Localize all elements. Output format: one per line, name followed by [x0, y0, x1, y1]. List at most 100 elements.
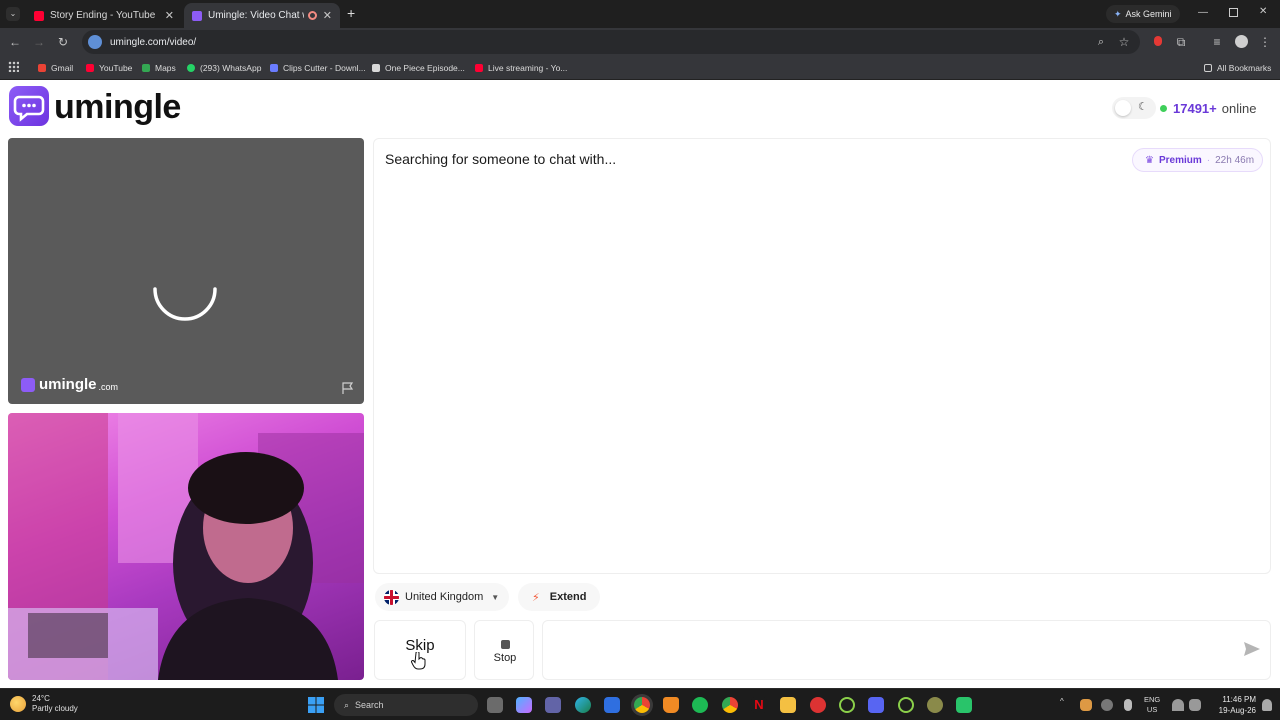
- windows-taskbar: 24°C Partly cloudy ⌕ Search N ^ ENG US 1…: [0, 688, 1280, 720]
- bookmark-label: One Piece Episode...: [385, 63, 465, 73]
- spotify-icon[interactable]: [692, 697, 708, 713]
- browser-menu-icon[interactable]: ⋮: [1258, 35, 1272, 49]
- gemini-sparkle-icon: ✦: [1114, 8, 1122, 19]
- copilot-icon[interactable]: [516, 697, 532, 713]
- region-code: US: [1146, 705, 1158, 714]
- hand-pointer-cursor-icon: [411, 652, 426, 670]
- language-indicator[interactable]: ENG US: [1144, 695, 1160, 715]
- wifi-icon[interactable]: [1172, 699, 1184, 711]
- bookmark-label: Maps: [155, 63, 176, 73]
- maps-pin-icon: [142, 64, 150, 72]
- bookmark-live-streaming[interactable]: Live streaming - Yo...: [475, 61, 567, 75]
- weather-condition: Partly cloudy: [32, 704, 78, 713]
- stop-button[interactable]: Stop: [474, 620, 534, 680]
- teams-icon[interactable]: [545, 697, 561, 713]
- premium-badge[interactable]: ♛ Premium · 22h 46m: [1132, 148, 1263, 172]
- media-controls-icon[interactable]: ≡: [1210, 35, 1224, 49]
- ask-gemini-button[interactable]: ✦ Ask Gemini: [1106, 5, 1180, 23]
- tray-app-icon[interactable]: [1080, 699, 1092, 711]
- tab-title: Umingle: Video Chat with St: [208, 10, 304, 21]
- new-tab-button[interactable]: +: [347, 5, 355, 21]
- minimize-icon[interactable]: —: [1198, 7, 1208, 18]
- site-info-icon[interactable]: [88, 35, 102, 49]
- bookmark-label: (293) WhatsApp: [200, 63, 262, 73]
- forward-arrow-icon[interactable]: →: [32, 35, 46, 49]
- bookmark-star-icon[interactable]: ☆: [1117, 35, 1131, 49]
- chrome-icon[interactable]: [722, 697, 738, 713]
- tab-story-ending[interactable]: Story Ending - YouTube ✕: [26, 3, 182, 28]
- bookmark-maps[interactable]: Maps: [142, 61, 176, 75]
- edge-icon[interactable]: [575, 697, 591, 713]
- bookmark-youtube[interactable]: YouTube: [86, 61, 132, 75]
- vlc-icon[interactable]: [663, 697, 679, 713]
- chevron-up-icon[interactable]: ^: [1060, 697, 1064, 706]
- report-flag-icon[interactable]: [341, 381, 355, 395]
- address-bar[interactable]: umingle.com/video/: [82, 30, 1140, 54]
- skip-button[interactable]: Skip: [374, 620, 466, 680]
- weather-widget[interactable]: 24°C Partly cloudy: [10, 694, 78, 714]
- umingle-favicon-icon: [192, 10, 202, 21]
- chevron-down-icon: ▼: [491, 592, 500, 602]
- ask-gemini-label: Ask Gemini: [1125, 9, 1172, 19]
- watermark-suffix: .com: [98, 381, 119, 392]
- reload-icon[interactable]: ↻: [56, 35, 70, 49]
- volume-icon[interactable]: [1189, 699, 1201, 711]
- app-green-2-icon[interactable]: [898, 697, 914, 713]
- clips-cutter-icon: [270, 64, 278, 72]
- youtube-icon: [86, 64, 94, 72]
- back-arrow-icon[interactable]: ←: [8, 35, 22, 49]
- zoom-icon[interactable]: ⌕: [1094, 35, 1108, 49]
- chrome-active-icon[interactable]: [634, 697, 650, 713]
- all-bookmarks-button[interactable]: All Bookmarks: [1204, 61, 1271, 75]
- netflix-icon[interactable]: N: [751, 697, 767, 713]
- bookmark-gmail[interactable]: Gmail: [38, 61, 73, 75]
- taskbar-search-label: Search: [355, 700, 384, 710]
- bookmark-whatsapp[interactable]: (293) WhatsApp: [187, 61, 261, 75]
- tab-umingle[interactable]: Umingle: Video Chat with St ✕: [184, 3, 340, 28]
- profile-avatar-icon[interactable]: [1234, 35, 1248, 49]
- logo-wordmark[interactable]: umingle: [54, 86, 181, 128]
- windows-start-icon[interactable]: [308, 697, 324, 713]
- recorder-icon[interactable]: [810, 697, 826, 713]
- taskbar-search[interactable]: ⌕ Search: [334, 694, 478, 716]
- apps-grid-icon[interactable]: [8, 61, 19, 72]
- notifications-bell-icon[interactable]: [1262, 699, 1272, 711]
- dark-mode-toggle[interactable]: ☾: [1112, 97, 1156, 119]
- app-olive-icon[interactable]: [927, 697, 943, 713]
- discord-icon[interactable]: [868, 697, 884, 713]
- bookmark-clips-cutter[interactable]: Clips Cutter - Downl...: [270, 61, 366, 75]
- moon-icon: ☾: [1138, 101, 1148, 113]
- camera-scene-image: [8, 413, 364, 680]
- bookmark-one-piece[interactable]: One Piece Episode...: [372, 61, 465, 75]
- bookmark-label: Gmail: [51, 63, 74, 73]
- extensions-puzzle-icon[interactable]: ⧉: [1174, 35, 1188, 49]
- tab-search-chevron-icon[interactable]: ⌄: [6, 7, 20, 21]
- stop-square-icon: [501, 640, 510, 649]
- crown-icon: ♛: [1145, 154, 1154, 166]
- app-teal-icon[interactable]: [956, 697, 972, 713]
- extension-red-icon[interactable]: [1151, 35, 1165, 49]
- task-view-icon[interactable]: [487, 697, 503, 713]
- recording-indicator-icon: [307, 11, 317, 20]
- country-selector[interactable]: United Kingdom ▼: [375, 583, 509, 611]
- send-icon[interactable]: [1243, 641, 1261, 657]
- online-counter: 17491+ online: [1160, 96, 1256, 120]
- app-blue-icon[interactable]: [604, 697, 620, 713]
- app-green-icon[interactable]: [839, 697, 855, 713]
- close-tab-icon[interactable]: ✕: [323, 9, 332, 22]
- extend-button[interactable]: ⚡ Extend: [518, 583, 600, 611]
- language-code: ENG: [1144, 695, 1161, 704]
- file-explorer-icon[interactable]: [780, 697, 796, 713]
- umingle-logo-icon[interactable]: [9, 86, 49, 126]
- message-input[interactable]: [542, 620, 1271, 680]
- country-label: United Kingdom: [405, 591, 484, 603]
- close-window-icon[interactable]: ✕: [1259, 6, 1267, 17]
- restore-icon[interactable]: [1229, 8, 1238, 17]
- close-tab-icon[interactable]: ✕: [165, 9, 174, 22]
- tray-sync-icon[interactable]: [1101, 699, 1113, 711]
- microphone-icon[interactable]: [1124, 699, 1132, 711]
- one-piece-icon: [372, 64, 380, 72]
- youtube-icon: [475, 64, 483, 72]
- lightning-icon: ⚡: [532, 591, 540, 604]
- taskbar-clock[interactable]: 11:46 PM 19-Aug-26: [1210, 694, 1256, 716]
